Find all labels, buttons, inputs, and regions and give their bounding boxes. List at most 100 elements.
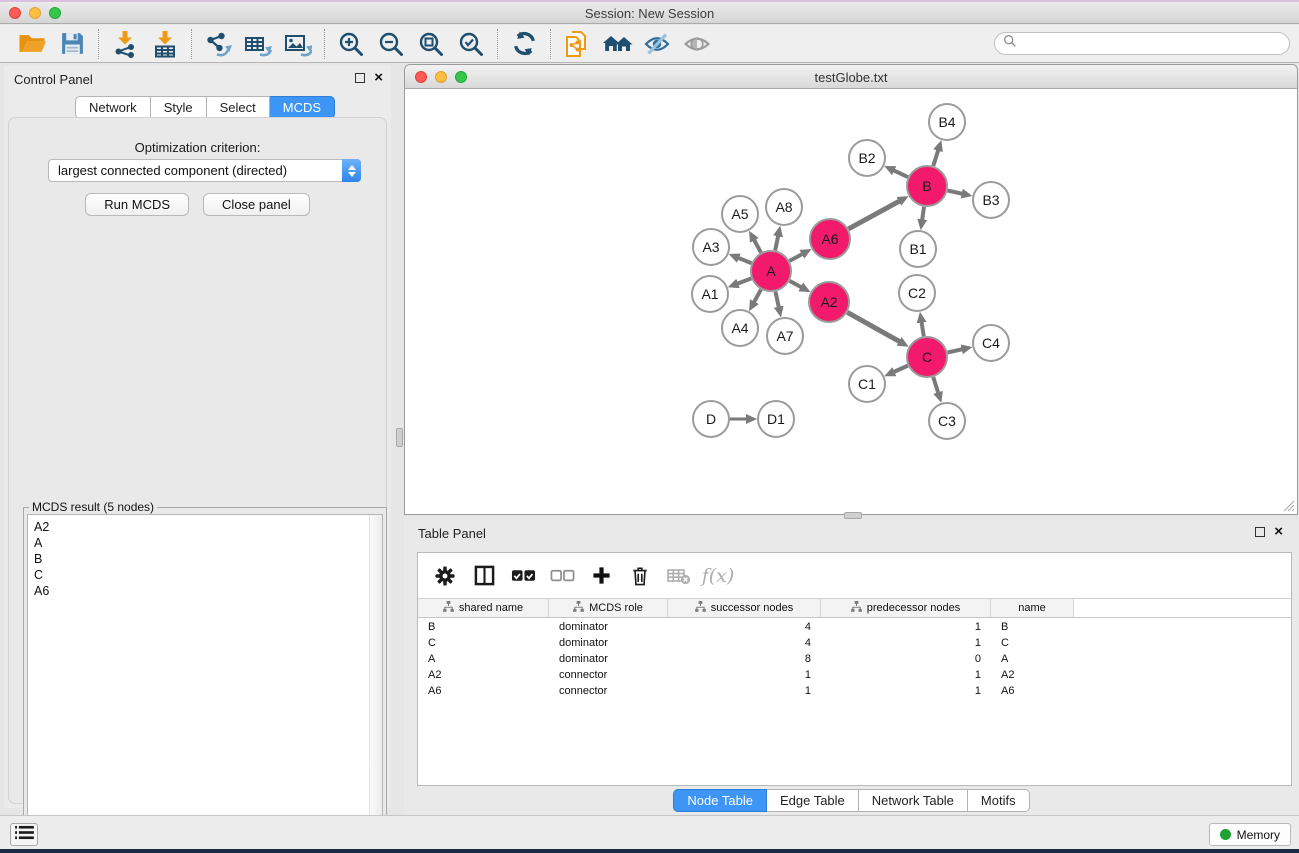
table-row[interactable]: Adominator80A bbox=[418, 651, 1291, 667]
close-table-panel-icon[interactable]: × bbox=[1274, 527, 1283, 537]
copy-network-icon[interactable] bbox=[557, 28, 597, 60]
network-canvas[interactable]: B4B2BB3A8A5A6A3B1AA1C2A2A4A7C4CC1C3DD1 bbox=[405, 89, 1297, 514]
mcds-result-list[interactable]: A2ABCA6 bbox=[27, 514, 383, 844]
edge-B-B1[interactable] bbox=[922, 207, 924, 221]
scrollbar[interactable] bbox=[369, 515, 382, 843]
table-row[interactable]: Cdominator41C bbox=[418, 635, 1291, 651]
edge-A-A3[interactable] bbox=[737, 257, 752, 263]
tab-edge-table[interactable]: Edge Table bbox=[767, 789, 859, 812]
network-node-C[interactable]: C bbox=[907, 337, 947, 377]
tab-select[interactable]: Select bbox=[207, 96, 270, 119]
import-network-icon[interactable] bbox=[105, 28, 145, 60]
zoom-selected-icon[interactable] bbox=[451, 28, 491, 60]
zoom-fit-icon[interactable] bbox=[411, 28, 451, 60]
network-node-B1[interactable]: B1 bbox=[900, 231, 936, 267]
select-all-rows-icon[interactable] bbox=[508, 561, 538, 591]
zoom-out-icon[interactable] bbox=[371, 28, 411, 60]
tab-network-table[interactable]: Network Table bbox=[859, 789, 968, 812]
split-panel-icon[interactable] bbox=[469, 561, 499, 591]
edge-A-A8[interactable] bbox=[775, 234, 778, 250]
network-node-B4[interactable]: B4 bbox=[929, 104, 965, 140]
network-node-A6[interactable]: A6 bbox=[810, 219, 850, 259]
edge-B-B4[interactable] bbox=[933, 149, 938, 166]
network-node-A4[interactable]: A4 bbox=[722, 310, 758, 346]
memory-button[interactable]: Memory bbox=[1209, 823, 1291, 846]
edge-B-B3[interactable] bbox=[948, 190, 964, 194]
edge-C-C1[interactable] bbox=[893, 366, 908, 373]
apply-layout-icon[interactable] bbox=[504, 28, 544, 60]
column-header-successor-nodes[interactable]: successor nodes bbox=[668, 599, 821, 617]
gear-icon[interactable] bbox=[430, 561, 460, 591]
close-panel-icon[interactable]: × bbox=[374, 73, 383, 83]
network-node-A7[interactable]: A7 bbox=[767, 318, 803, 354]
search-field[interactable] bbox=[994, 32, 1290, 55]
zoom-in-icon[interactable] bbox=[331, 28, 371, 60]
tab-motifs[interactable]: Motifs bbox=[968, 789, 1030, 812]
mcds-result-item[interactable]: A6 bbox=[34, 583, 382, 599]
network-node-D[interactable]: D bbox=[693, 401, 729, 437]
criterion-dropdown[interactable]: largest connected component (directed) bbox=[48, 159, 361, 182]
edge-A-A7[interactable] bbox=[775, 292, 779, 309]
network-node-A3[interactable]: A3 bbox=[693, 229, 729, 265]
export-network-icon[interactable] bbox=[198, 28, 238, 60]
tab-style[interactable]: Style bbox=[151, 96, 207, 119]
network-node-C2[interactable]: C2 bbox=[899, 275, 935, 311]
show-panels-menu-button[interactable] bbox=[10, 823, 38, 846]
open-session-icon[interactable] bbox=[12, 28, 52, 60]
network-node-B3[interactable]: B3 bbox=[973, 182, 1009, 218]
deselect-all-rows-icon[interactable] bbox=[547, 561, 577, 591]
import-table-icon[interactable] bbox=[145, 28, 185, 60]
mcds-result-item[interactable]: C bbox=[34, 567, 382, 583]
column-header-shared-name[interactable]: shared name bbox=[418, 599, 549, 617]
mcds-result-item[interactable]: A bbox=[34, 535, 382, 551]
edge-A-A5[interactable] bbox=[753, 239, 761, 253]
search-input[interactable] bbox=[1021, 35, 1289, 53]
home-icon[interactable] bbox=[597, 28, 637, 60]
edge-A-A6[interactable] bbox=[789, 253, 803, 261]
column-header-predecessor-nodes[interactable]: predecessor nodes bbox=[821, 599, 991, 617]
network-node-A8[interactable]: A8 bbox=[766, 189, 802, 225]
hide-selected-icon[interactable] bbox=[637, 28, 677, 60]
float-panel-icon[interactable] bbox=[355, 73, 365, 83]
tab-node-table[interactable]: Node Table bbox=[673, 789, 767, 812]
mcds-result-item[interactable]: B bbox=[34, 551, 382, 567]
edge-C-C2[interactable] bbox=[921, 321, 923, 337]
export-table-icon[interactable] bbox=[238, 28, 278, 60]
network-node-C3[interactable]: C3 bbox=[929, 403, 965, 439]
close-panel-button[interactable]: Close panel bbox=[203, 193, 310, 216]
edge-A-A2[interactable] bbox=[790, 281, 803, 288]
edge-A6-B[interactable] bbox=[848, 200, 900, 229]
table-row[interactable]: Bdominator41B bbox=[418, 619, 1291, 635]
network-window-title-bar[interactable]: testGlobe.txt bbox=[405, 65, 1297, 89]
show-all-icon[interactable] bbox=[677, 28, 717, 60]
edge-B-B2[interactable] bbox=[892, 170, 908, 177]
divider-scroll-thumb-vertical[interactable] bbox=[396, 428, 403, 447]
delete-column-icon[interactable] bbox=[625, 561, 655, 591]
tab-mcds[interactable]: MCDS bbox=[270, 96, 335, 119]
network-node-A2[interactable]: A2 bbox=[809, 282, 849, 322]
resize-grip-icon[interactable] bbox=[1282, 499, 1295, 512]
column-header-name[interactable]: name bbox=[991, 599, 1074, 617]
add-column-icon[interactable] bbox=[586, 561, 616, 591]
edge-C-C3[interactable] bbox=[933, 377, 938, 394]
column-header-MCDS-role[interactable]: MCDS role bbox=[549, 599, 668, 617]
tab-network[interactable]: Network bbox=[75, 96, 151, 119]
save-session-icon[interactable] bbox=[52, 28, 92, 60]
network-node-C4[interactable]: C4 bbox=[973, 325, 1009, 361]
network-node-A[interactable]: A bbox=[751, 251, 791, 291]
float-table-panel-icon[interactable] bbox=[1255, 527, 1265, 537]
table-row[interactable]: A2connector11A2 bbox=[418, 667, 1291, 683]
network-node-B[interactable]: B bbox=[907, 166, 947, 206]
table-row[interactable]: A6connector11A6 bbox=[418, 683, 1291, 699]
network-node-A1[interactable]: A1 bbox=[692, 276, 728, 312]
edge-A-A4[interactable] bbox=[753, 289, 761, 303]
network-node-C1[interactable]: C1 bbox=[849, 366, 885, 402]
export-image-icon[interactable] bbox=[278, 28, 318, 60]
edge-C-C4[interactable] bbox=[948, 349, 964, 353]
run-mcds-button[interactable]: Run MCDS bbox=[85, 193, 189, 216]
mcds-result-item[interactable]: A2 bbox=[34, 519, 382, 535]
edge-A2-C[interactable] bbox=[847, 312, 901, 342]
network-graph[interactable]: B4B2BB3A8A5A6A3B1AA1C2A2A4A7C4CC1C3DD1 bbox=[405, 89, 1297, 514]
network-node-B2[interactable]: B2 bbox=[849, 140, 885, 176]
network-node-A5[interactable]: A5 bbox=[722, 196, 758, 232]
